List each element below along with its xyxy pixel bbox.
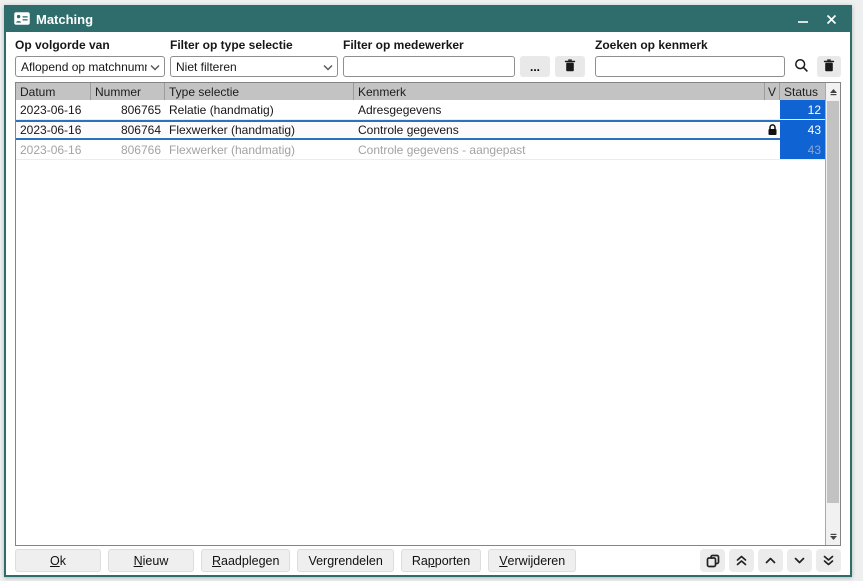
ok-button[interactable]: Ok — [15, 549, 101, 572]
type-filter-value: Niet filteren — [176, 60, 320, 74]
vertical-scrollbar[interactable] — [825, 83, 840, 545]
kenmerk-clear-button[interactable] — [817, 56, 841, 77]
matching-table: Datum Nummer Type selectie Kenmerk V Sta… — [15, 82, 841, 546]
cell-nummer: 806764 — [91, 120, 165, 140]
col-header-status[interactable]: Status — [780, 83, 825, 100]
col-header-nummer[interactable]: Nummer — [91, 83, 165, 100]
contact-card-icon — [14, 12, 30, 28]
col-header-type[interactable]: Type selectie — [165, 83, 354, 100]
cell-type-selectie: Flexwerker (handmatig) — [165, 120, 354, 140]
footer-bar: Ok Nieuw Raadplegen Vergrendelen Rapporten Ve… — [6, 546, 850, 575]
type-filter-select[interactable]: Niet filteren — [170, 56, 338, 77]
chevron-down-icon — [150, 60, 160, 74]
raadplegen-button[interactable]: Raadplegen — [201, 549, 290, 572]
scroll-up-icon[interactable] — [826, 83, 840, 100]
scrollbar-thumb[interactable] — [827, 101, 839, 503]
cell-status: 43 — [780, 120, 825, 140]
window-title: Matching — [36, 12, 93, 27]
cell-kenmerk: Controle gegevens - aangepast — [354, 140, 765, 159]
medewerker-clear-button[interactable] — [555, 56, 585, 77]
kenmerk-search-label: Zoeken op kenmerk — [595, 38, 841, 52]
verwijderen-button[interactable]: Verwijderen — [488, 549, 576, 572]
cell-type-selectie: Flexwerker (handmatig) — [165, 140, 354, 159]
table-row[interactable]: 2023-06-16 806766 Flexwerker (handmatig)… — [16, 140, 825, 160]
cell-vergrendeld — [765, 100, 780, 119]
nieuw-button[interactable]: Nieuw — [108, 549, 194, 572]
table-body: 2023-06-16 806765 Relatie (handmatig) Ad… — [16, 100, 825, 160]
scrollbar-track[interactable] — [826, 100, 840, 528]
cell-kenmerk: Controle gegevens — [354, 120, 765, 140]
filter-bar: Op volgorde van Aflopend op matchnummer … — [6, 32, 850, 82]
trash-icon — [564, 59, 576, 75]
trash-icon — [823, 59, 835, 75]
cell-status: 43 — [780, 140, 825, 159]
table-row[interactable]: 2023-06-16 806764 Flexwerker (handmatig)… — [16, 120, 825, 140]
cell-kenmerk: Adresgegevens — [354, 100, 765, 119]
kenmerk-search-button[interactable] — [790, 56, 812, 77]
cell-status: 12 — [780, 100, 825, 119]
table-header[interactable]: Datum Nummer Type selectie Kenmerk V Sta… — [16, 83, 825, 100]
titlebar[interactable]: Matching — [6, 7, 850, 32]
medewerker-browse-button[interactable]: ... — [520, 56, 550, 77]
type-filter-label: Filter op type selectie — [170, 38, 338, 52]
double-chevron-up-icon[interactable] — [729, 549, 754, 572]
table-row[interactable]: 2023-06-16 806765 Relatie (handmatig) Ad… — [16, 100, 825, 120]
scroll-down-icon[interactable] — [826, 528, 840, 545]
chevron-down-icon[interactable] — [787, 549, 812, 572]
col-header-kenmerk[interactable]: Kenmerk — [354, 83, 765, 100]
order-select-value: Aflopend op matchnummer — [21, 60, 147, 74]
chevron-down-icon — [323, 60, 333, 74]
cell-datum: 2023-06-16 — [16, 140, 91, 159]
close-icon[interactable] — [820, 10, 842, 30]
medewerker-input[interactable] — [343, 56, 515, 77]
col-header-datum[interactable]: Datum — [16, 83, 91, 100]
kenmerk-search-input[interactable] — [595, 56, 785, 77]
col-header-v[interactable]: V — [765, 83, 780, 100]
cell-datum: 2023-06-16 — [16, 120, 91, 140]
cell-vergrendeld — [765, 140, 780, 159]
cell-datum: 2023-06-16 — [16, 100, 91, 119]
minimize-icon[interactable] — [792, 10, 814, 30]
rapporten-button[interactable]: Rapporten — [401, 549, 481, 572]
copy-icon[interactable] — [700, 549, 725, 572]
cell-vergrendeld — [765, 120, 780, 140]
cell-type-selectie: Relatie (handmatig) — [165, 100, 354, 119]
search-icon — [794, 58, 809, 76]
matching-window: Matching Op volgorde van Aflopend op mat… — [4, 5, 852, 577]
double-chevron-down-icon[interactable] — [816, 549, 841, 572]
order-label: Op volgorde van — [15, 38, 165, 52]
cell-nummer: 806765 — [91, 100, 165, 119]
cell-nummer: 806766 — [91, 140, 165, 159]
vergrendelen-button[interactable]: Vergrendelen — [297, 549, 393, 572]
lock-icon — [767, 124, 778, 136]
medewerker-filter-label: Filter op medewerker — [343, 38, 585, 52]
chevron-up-icon[interactable] — [758, 549, 783, 572]
order-select[interactable]: Aflopend op matchnummer — [15, 56, 165, 77]
